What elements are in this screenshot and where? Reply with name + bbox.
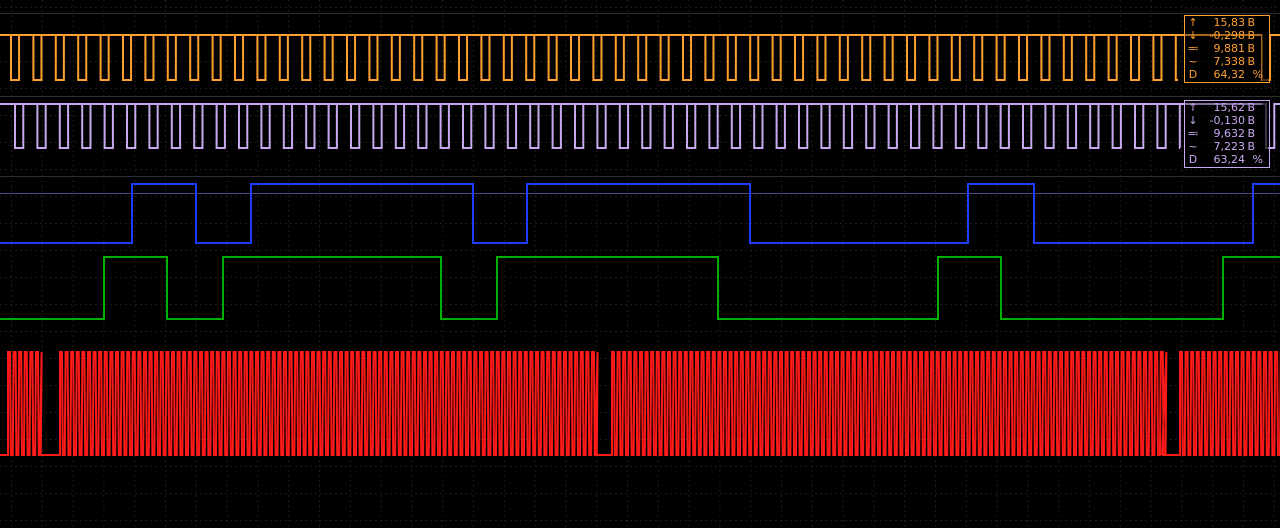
duty-value: 64,32: [1213, 68, 1246, 81]
oscilloscope-screen[interactable]: [0, 0, 1280, 528]
average-unit: В: [1247, 42, 1255, 55]
min-row: ↓ -0,130 В: [1185, 114, 1269, 127]
rms-row: ~ 7,338 В: [1185, 55, 1269, 68]
max-icon: ↑: [1188, 101, 1198, 114]
rms-row: ~ 7,223 В: [1185, 140, 1269, 153]
duty-unit: %: [1252, 68, 1263, 81]
min-unit: В: [1247, 29, 1255, 42]
ch2-measurement-panel[interactable]: ↑ 15,62 В ↓ -0,130 В ≕ 9,632 В ~ 7,223 В…: [1184, 100, 1270, 168]
average-value: 9,632: [1213, 127, 1246, 140]
rms-icon: ~: [1188, 140, 1198, 153]
min-row: ↓ -0,298 В: [1185, 29, 1269, 42]
average-icon: ≕: [1187, 42, 1199, 55]
duty-row: D 63,24 %: [1185, 153, 1269, 166]
average-row: ≕ 9,881 В: [1185, 42, 1269, 55]
max-value: 15,62: [1213, 101, 1246, 114]
duty-row: D 64,32 %: [1185, 68, 1269, 81]
max-row: ↑ 15,62 В: [1185, 101, 1269, 114]
min-icon: ↓: [1188, 114, 1198, 127]
duty-value: 63,24: [1213, 153, 1246, 166]
average-unit: В: [1247, 127, 1255, 140]
ch1-measurement-panel[interactable]: ↑ 15,83 В ↓ -0,298 В ≕ 9,881 В ~ 7,338 В…: [1184, 15, 1270, 83]
rms-unit: В: [1247, 55, 1255, 68]
max-row: ↑ 15,83 В: [1185, 16, 1269, 29]
min-icon: ↓: [1188, 29, 1198, 42]
max-unit: В: [1247, 101, 1255, 114]
duty-unit: %: [1252, 153, 1263, 166]
min-unit: В: [1247, 114, 1255, 127]
min-value: -0,130: [1209, 114, 1245, 127]
duty-icon: D: [1188, 68, 1198, 81]
max-icon: ↑: [1188, 16, 1198, 29]
average-value: 9,881: [1213, 42, 1246, 55]
rms-value: 7,338: [1213, 55, 1246, 68]
rms-unit: В: [1247, 140, 1255, 153]
min-value: -0,298: [1209, 29, 1245, 42]
max-value: 15,83: [1213, 16, 1246, 29]
max-unit: В: [1247, 16, 1255, 29]
average-row: ≕ 9,632 В: [1185, 127, 1269, 140]
rms-value: 7,223: [1213, 140, 1246, 153]
rms-icon: ~: [1188, 55, 1198, 68]
duty-icon: D: [1188, 153, 1198, 166]
average-icon: ≕: [1187, 127, 1199, 140]
